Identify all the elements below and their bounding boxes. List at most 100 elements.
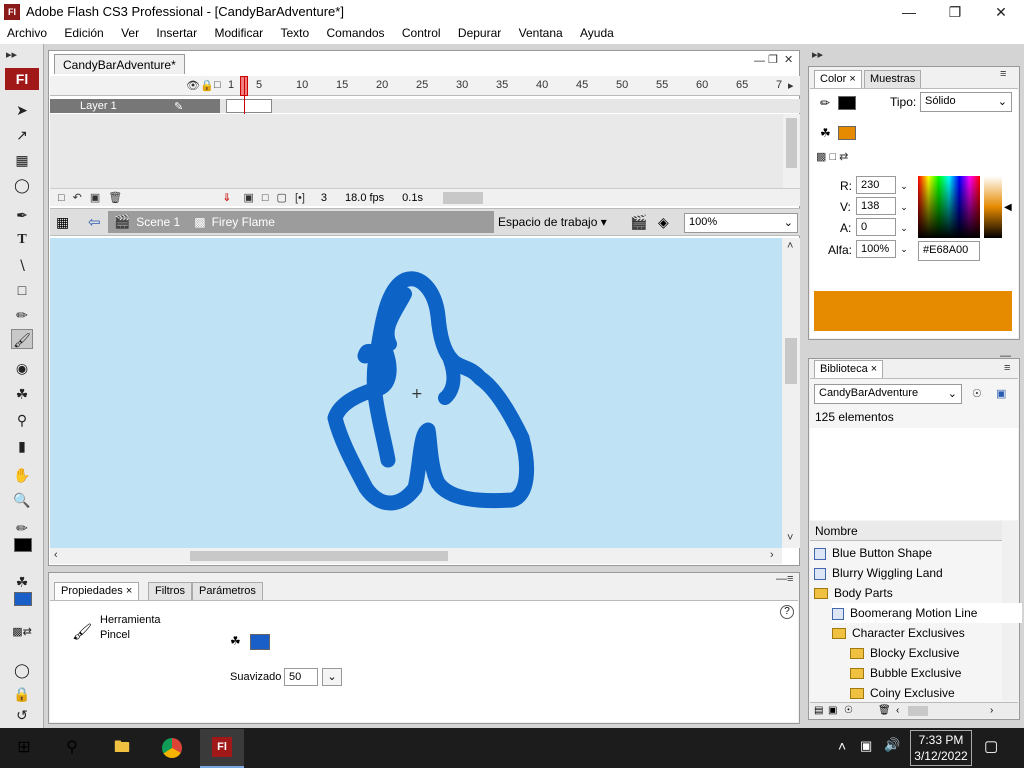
selection-arrow-icon[interactable]: ➤ (11, 100, 33, 120)
channel-steppers[interactable]: ⌄ ⌄ ⌄ ⌄ (898, 176, 910, 258)
tab-color[interactable]: Color × (814, 70, 862, 88)
stage-vscroll[interactable]: ˄ ˅ (782, 238, 800, 548)
snap-icon[interactable]: ◯ (11, 660, 33, 680)
menu-edicion[interactable]: Edición (57, 24, 110, 40)
doc-close-icon[interactable]: ✕ (784, 53, 793, 66)
library-document-select[interactable]: CandyBarAdventure ⌄ (814, 384, 962, 404)
menu-comandos[interactable]: Comandos (320, 24, 392, 40)
tab-biblioteca[interactable]: Biblioteca × (814, 360, 884, 378)
text-icon[interactable]: T (11, 230, 33, 250)
windows-start-icon[interactable]: ⊞ (10, 734, 38, 762)
volume-icon[interactable]: 🔊 (884, 737, 900, 753)
pen-icon[interactable]: ✒ (11, 205, 33, 225)
library-column-header[interactable]: Nombre (810, 521, 1002, 541)
new-library-icon[interactable]: ▣ (996, 387, 1006, 400)
lock-fill-icon[interactable]: 🔒 (11, 684, 33, 704)
timeline-options-icon[interactable]: ▸ (788, 79, 794, 92)
scroll-left-icon[interactable]: ‹ (54, 549, 58, 561)
r-input[interactable]: 230 (856, 176, 896, 194)
breadcrumb-symbol[interactable]: Firey Flame (212, 215, 275, 229)
center-frame-icon[interactable]: ⇓ (222, 191, 231, 204)
edit-scene-icon[interactable]: 🎬 (630, 214, 647, 231)
stroke-color-icon[interactable]: ✏ (11, 518, 33, 538)
hex-input[interactable]: #E68A00 (918, 241, 980, 261)
brush-icon[interactable]: 🖌 (11, 329, 33, 349)
menu-texto[interactable]: Texto (273, 24, 316, 40)
swap-colors-icon[interactable]: ▩⇄ (11, 622, 33, 642)
pin-library-icon[interactable]: ☉ (972, 387, 982, 400)
fill-swatch[interactable] (838, 126, 856, 140)
rectangle-icon[interactable]: □ (11, 280, 33, 300)
hand-icon[interactable]: ✋ (11, 465, 33, 485)
library-item[interactable]: Boomerang Motion Line (832, 603, 1022, 623)
type-select[interactable]: Sólido ⌄ (920, 92, 1012, 112)
document-tab[interactable]: CandyBarAdventure* (54, 54, 185, 74)
menu-archivo[interactable]: Archivo (0, 24, 54, 40)
g-input[interactable]: 138 (856, 197, 896, 215)
onion-outline-icon[interactable]: □ (262, 192, 269, 204)
library-menu-icon[interactable]: — (1000, 350, 1011, 362)
props-menu-icon[interactable]: —≡ (776, 573, 793, 585)
paint-bucket-icon[interactable]: ☘ (11, 384, 33, 404)
hscroll-thumb[interactable] (190, 551, 448, 561)
add-folder-icon[interactable]: ▣ (90, 191, 100, 204)
zoom-icon[interactable]: 🔍 (11, 490, 33, 510)
doc-restore-icon[interactable]: ❐ (768, 53, 778, 66)
panel-collapse-icon[interactable]: ▸▸ (6, 48, 17, 61)
menu-control[interactable]: Control (395, 24, 448, 40)
breadcrumb-scene[interactable]: Scene 1 (136, 215, 180, 229)
library-options-icon[interactable]: ≡ (1004, 362, 1010, 374)
stroke-swatch[interactable] (838, 96, 856, 110)
flash-taskbar-button[interactable]: Fl (200, 729, 244, 768)
network-icon[interactable]: ▣ (860, 738, 872, 754)
scroll-down-icon[interactable]: ˅ (787, 532, 793, 544)
library-item[interactable]: Blocky Exclusive (850, 643, 1002, 663)
library-item[interactable]: Character Exclusives (832, 623, 1022, 643)
stage-hscroll[interactable]: ‹ › (50, 548, 782, 564)
library-item[interactable]: Blurry Wiggling Land (814, 563, 1004, 583)
edit-symbols-icon[interactable]: ◈ (658, 214, 669, 231)
alpha-input[interactable]: 100% (856, 240, 896, 258)
stage[interactable]: + (50, 238, 782, 548)
tab-propiedades[interactable]: Propiedades × (54, 582, 140, 600)
lock-icon[interactable]: 🔒 (200, 79, 214, 92)
ink-bottle-icon[interactable]: ◉ (11, 358, 33, 378)
minimize-icon[interactable]: — (886, 0, 932, 24)
timeline-toggle-icon[interactable]: ▦ (56, 214, 69, 231)
timeline-hscroll-thumb[interactable] (442, 191, 483, 204)
add-guide-icon[interactable]: ↶ (73, 191, 82, 204)
library-item[interactable]: Body Parts (814, 583, 1004, 603)
new-symbol-icon[interactable]: ▤ (814, 705, 823, 716)
scroll-right-icon[interactable]: › (990, 705, 993, 716)
menu-ver[interactable]: Ver (114, 24, 146, 40)
zoom-select[interactable]: 100% ⌄ (684, 213, 798, 233)
fill-color-swatch[interactable] (14, 592, 32, 606)
smoothing-dropdown[interactable]: ⌄ (322, 668, 342, 686)
tray-chevron-up-icon[interactable]: ˄ (838, 738, 846, 754)
fill-color-icon[interactable]: ☘ (11, 572, 33, 592)
panel-expand-icon[interactable]: ▸▸ (812, 48, 823, 61)
menu-ayuda[interactable]: Ayuda (573, 24, 621, 40)
scroll-left-icon[interactable]: ‹ (896, 705, 899, 716)
fill-color-picker[interactable] (250, 634, 270, 650)
library-hscroll-thumb[interactable] (908, 706, 928, 716)
color-default-icons[interactable]: ▩ □ ⇄ (816, 150, 848, 163)
stroke-color-swatch[interactable] (14, 538, 32, 552)
eye-icon[interactable]: 👁 (186, 79, 200, 92)
delete-icon[interactable]: 🗑 (878, 705, 891, 716)
menu-modificar[interactable]: Modificar (207, 24, 270, 40)
clock[interactable]: 7:33 PM 3/12/2022 (910, 730, 972, 766)
keyframes[interactable] (226, 99, 272, 113)
onion-markers-icon[interactable]: [•] (295, 192, 305, 204)
smooth-option-icon[interactable]: ↺ (11, 705, 33, 725)
library-item[interactable]: Bubble Exclusive (850, 663, 1002, 683)
close-icon[interactable]: ✕ (978, 0, 1024, 24)
workspace-menu[interactable]: Espacio de trabajo ▾ (498, 215, 607, 229)
b-input[interactable]: 0 (856, 218, 896, 236)
lasso-icon[interactable]: ◯ (11, 175, 33, 195)
color-spectrum[interactable] (918, 176, 980, 238)
tab-muestras[interactable]: Muestras (864, 70, 922, 88)
menu-insertar[interactable]: Insertar (149, 24, 204, 40)
subselection-icon[interactable]: ↗ (11, 125, 33, 145)
scroll-right-icon[interactable]: › (770, 549, 774, 561)
